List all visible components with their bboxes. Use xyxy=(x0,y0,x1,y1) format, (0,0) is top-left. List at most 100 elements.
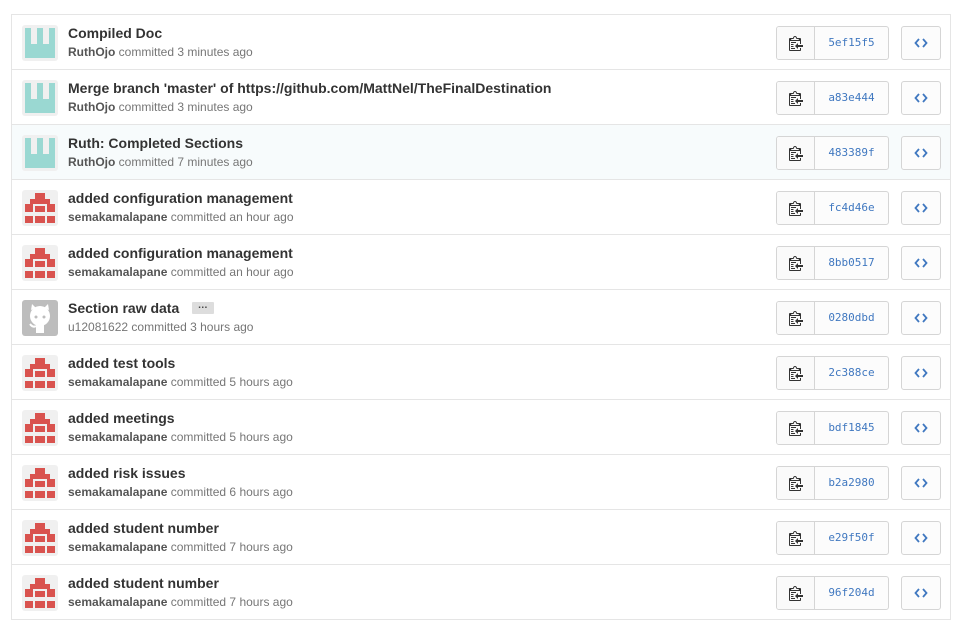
commit-message-link[interactable]: added student number xyxy=(68,575,219,591)
commit-message-link[interactable]: added test tools xyxy=(68,355,175,371)
code-icon xyxy=(914,368,928,378)
browse-repo-button[interactable] xyxy=(901,466,941,500)
commit-author-link[interactable]: RuthOjo xyxy=(68,100,115,114)
commit-meta: RuthOjo committed 3 minutes ago xyxy=(68,45,253,59)
commit-author-link[interactable]: semakamalapane xyxy=(68,430,167,444)
commit-author-link[interactable]: RuthOjo xyxy=(68,45,115,59)
copy-sha-button[interactable] xyxy=(777,522,815,554)
commit-sha-link[interactable]: 8bb0517 xyxy=(815,247,888,279)
commit-message-link[interactable]: added configuration management xyxy=(68,190,293,206)
commit-sha-link[interactable]: 96f204d xyxy=(815,577,888,609)
commit-row: added student number semakamalapane comm… xyxy=(12,565,950,620)
browse-repo-button[interactable] xyxy=(901,136,941,170)
browse-repo-button[interactable] xyxy=(901,411,941,445)
commit-sha-link[interactable]: 483389f xyxy=(815,137,888,169)
avatar[interactable] xyxy=(22,135,58,171)
identicon-avatar-icon xyxy=(22,465,58,501)
commit-message-link[interactable]: Ruth: Completed Sections xyxy=(68,135,243,151)
identicon-avatar-icon xyxy=(22,80,58,116)
avatar[interactable] xyxy=(22,520,58,556)
browse-repo-button[interactable] xyxy=(901,521,941,555)
avatar[interactable] xyxy=(22,465,58,501)
copy-sha-button[interactable] xyxy=(777,412,815,444)
copy-sha-button[interactable] xyxy=(777,192,815,224)
browse-repo-button[interactable] xyxy=(901,246,941,280)
clippy-icon xyxy=(788,476,803,491)
commit-author-link[interactable]: semakamalapane xyxy=(68,265,167,279)
clippy-icon xyxy=(788,311,803,326)
avatar[interactable] xyxy=(22,300,58,336)
commit-row: Compiled Doc RuthOjo committed 3 minutes… xyxy=(12,15,950,70)
commit-time: committed 7 hours ago xyxy=(170,595,293,609)
sha-button-group: 2c388ce xyxy=(776,356,889,390)
code-icon xyxy=(914,588,928,598)
browse-repo-button[interactable] xyxy=(901,191,941,225)
commit-sha-link[interactable]: 0280dbd xyxy=(815,302,888,334)
commit-time: committed 3 minutes ago xyxy=(118,45,253,59)
clippy-icon xyxy=(788,91,803,106)
commit-time: committed an hour ago xyxy=(170,265,294,279)
copy-sha-button[interactable] xyxy=(777,577,815,609)
commit-sha-link[interactable]: 2c388ce xyxy=(815,357,888,389)
commit-meta: u12081622 committed 3 hours ago xyxy=(68,320,253,334)
commit-author-link[interactable]: semakamalapane xyxy=(68,485,167,499)
copy-sha-button[interactable] xyxy=(777,247,815,279)
commit-message-link[interactable]: Merge branch 'master' of https://github.… xyxy=(68,80,551,96)
commit-time: committed 5 hours ago xyxy=(170,430,293,444)
identicon-avatar-icon xyxy=(22,190,58,226)
commit-message-link[interactable]: added configuration management xyxy=(68,245,293,261)
commit-sha-link[interactable]: fc4d46e xyxy=(815,192,888,224)
commit-meta: semakamalapane committed 5 hours ago xyxy=(68,375,293,389)
commit-author-link[interactable]: RuthOjo xyxy=(68,155,115,169)
sha-button-group: a83e444 xyxy=(776,81,889,115)
sha-button-group: 483389f xyxy=(776,136,889,170)
commit-row: added configuration management semakamal… xyxy=(12,235,950,290)
avatar[interactable] xyxy=(22,355,58,391)
browse-repo-button[interactable] xyxy=(901,26,941,60)
commit-message-link[interactable]: added risk issues xyxy=(68,465,186,481)
commit-sha-link[interactable]: 5ef15f5 xyxy=(815,27,888,59)
commit-message-link[interactable]: added meetings xyxy=(68,410,175,426)
copy-sha-button[interactable] xyxy=(777,82,815,114)
commit-author-link[interactable]: semakamalapane xyxy=(68,375,167,389)
avatar[interactable] xyxy=(22,245,58,281)
commit-author-link[interactable]: u12081622 xyxy=(68,320,128,334)
commit-author-link[interactable]: semakamalapane xyxy=(68,540,167,554)
copy-sha-button[interactable] xyxy=(777,137,815,169)
commit-message-link[interactable]: Section raw data xyxy=(68,300,179,316)
avatar[interactable] xyxy=(22,190,58,226)
commit-message-link[interactable]: added student number xyxy=(68,520,219,536)
browse-repo-button[interactable] xyxy=(901,81,941,115)
previous-section-cutoff xyxy=(0,0,977,14)
copy-sha-button[interactable] xyxy=(777,357,815,389)
avatar[interactable] xyxy=(22,410,58,446)
commit-row: added test tools semakamalapane committe… xyxy=(12,345,950,400)
copy-sha-button[interactable] xyxy=(777,27,815,59)
commit-message-link[interactable]: Compiled Doc xyxy=(68,25,162,41)
sha-button-group: fc4d46e xyxy=(776,191,889,225)
commit-sha-link[interactable]: bdf1845 xyxy=(815,412,888,444)
expand-description-button[interactable]: … xyxy=(191,300,214,314)
browse-repo-button[interactable] xyxy=(901,576,941,610)
avatar[interactable] xyxy=(22,575,58,611)
copy-sha-button[interactable] xyxy=(777,302,815,334)
code-icon xyxy=(914,148,928,158)
identicon-avatar-icon xyxy=(22,25,58,61)
commit-author-link[interactable]: semakamalapane xyxy=(68,595,167,609)
commit-sha-link[interactable]: e29f50f xyxy=(815,522,888,554)
commit-sha-link[interactable]: b2a2980 xyxy=(815,467,888,499)
code-icon xyxy=(914,203,928,213)
code-icon xyxy=(914,533,928,543)
clippy-icon xyxy=(788,531,803,546)
commit-time: committed 7 hours ago xyxy=(170,540,293,554)
copy-sha-button[interactable] xyxy=(777,467,815,499)
browse-repo-button[interactable] xyxy=(901,301,941,335)
clippy-icon xyxy=(788,201,803,216)
browse-repo-button[interactable] xyxy=(901,356,941,390)
commit-author-link[interactable]: semakamalapane xyxy=(68,210,167,224)
commit-sha-link[interactable]: a83e444 xyxy=(815,82,888,114)
clippy-icon xyxy=(788,421,803,436)
commit-row: added student number semakamalapane comm… xyxy=(12,510,950,565)
avatar[interactable] xyxy=(22,80,58,116)
avatar[interactable] xyxy=(22,25,58,61)
